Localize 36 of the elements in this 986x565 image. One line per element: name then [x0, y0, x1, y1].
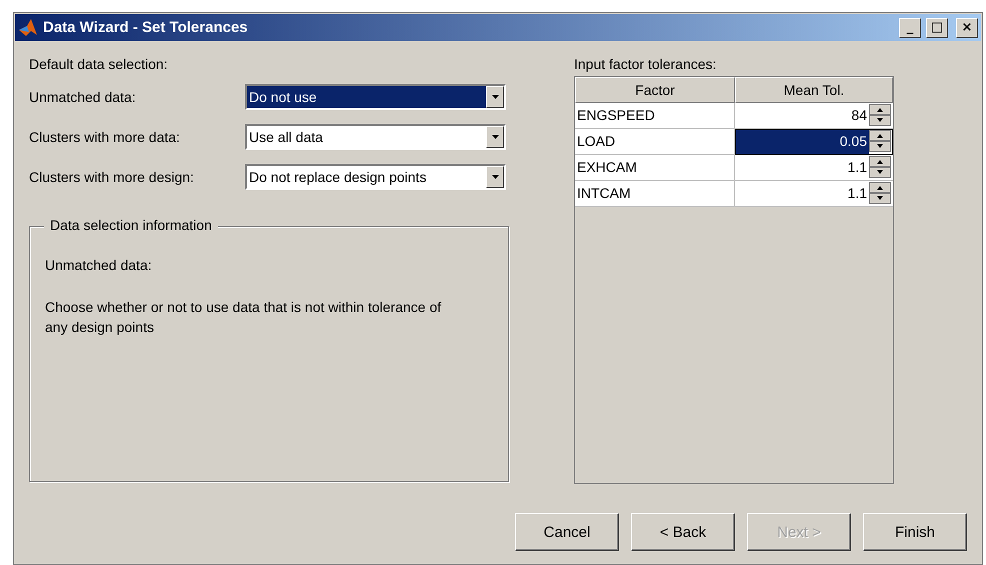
logo-icon: [18, 18, 38, 38]
spinner-arrows-icon[interactable]: [869, 104, 891, 126]
table-cell: EXHCAM: [575, 155, 735, 181]
table-cell: INTCAM: [575, 181, 735, 207]
info-text: Choose whether or not to use data that is not within tolerance of any design points: [45, 298, 442, 337]
cancel-button[interactable]: Cancel: [515, 513, 619, 551]
dropdown[interactable]: Do not replace design points: [245, 164, 506, 190]
field-label: Clusters with more design:: [29, 169, 195, 185]
spinner-field[interactable]: 1.1: [735, 155, 893, 181]
section-heading: Default data selection:: [29, 56, 169, 72]
section-heading: Input factor tolerances:: [574, 56, 718, 72]
spinner-field[interactable]: 1.1: [735, 181, 893, 207]
table-cell: LOAD: [575, 129, 735, 155]
close-button[interactable]: ×: [956, 18, 978, 38]
back-button[interactable]: < Back: [631, 513, 735, 551]
column-header[interactable]: Mean Tol.: [735, 77, 893, 103]
field-label: Unmatched data:: [29, 89, 137, 105]
spinner-arrows-icon[interactable]: [869, 130, 891, 152]
spinner-arrows-icon[interactable]: [869, 156, 891, 178]
field-label: Clusters with more data:: [29, 129, 181, 145]
dropdown[interactable]: Do not use: [245, 84, 506, 110]
dropdown-arrow-icon: [492, 135, 498, 139]
minimize-button[interactable]: _: [899, 18, 921, 38]
window-title: Data Wizard - Set Tolerances: [43, 19, 249, 36]
spinner-field[interactable]: 84: [735, 103, 893, 129]
dropdown[interactable]: Use all data: [245, 124, 506, 150]
dropdown-arrow-icon: [492, 175, 498, 179]
column-header[interactable]: Factor: [575, 77, 735, 103]
info-subtitle: Unmatched data:: [45, 256, 153, 275]
finish-button[interactable]: Finish: [863, 513, 967, 551]
dropdown-arrow-icon: [492, 95, 498, 99]
maximize-button[interactable]: □: [926, 18, 948, 38]
spinner-field[interactable]: 0.05: [735, 129, 893, 155]
group-title: Data selection information: [44, 217, 218, 233]
table-cell: ENGSPEED: [575, 103, 735, 129]
spinner-arrows-icon[interactable]: [869, 182, 891, 204]
